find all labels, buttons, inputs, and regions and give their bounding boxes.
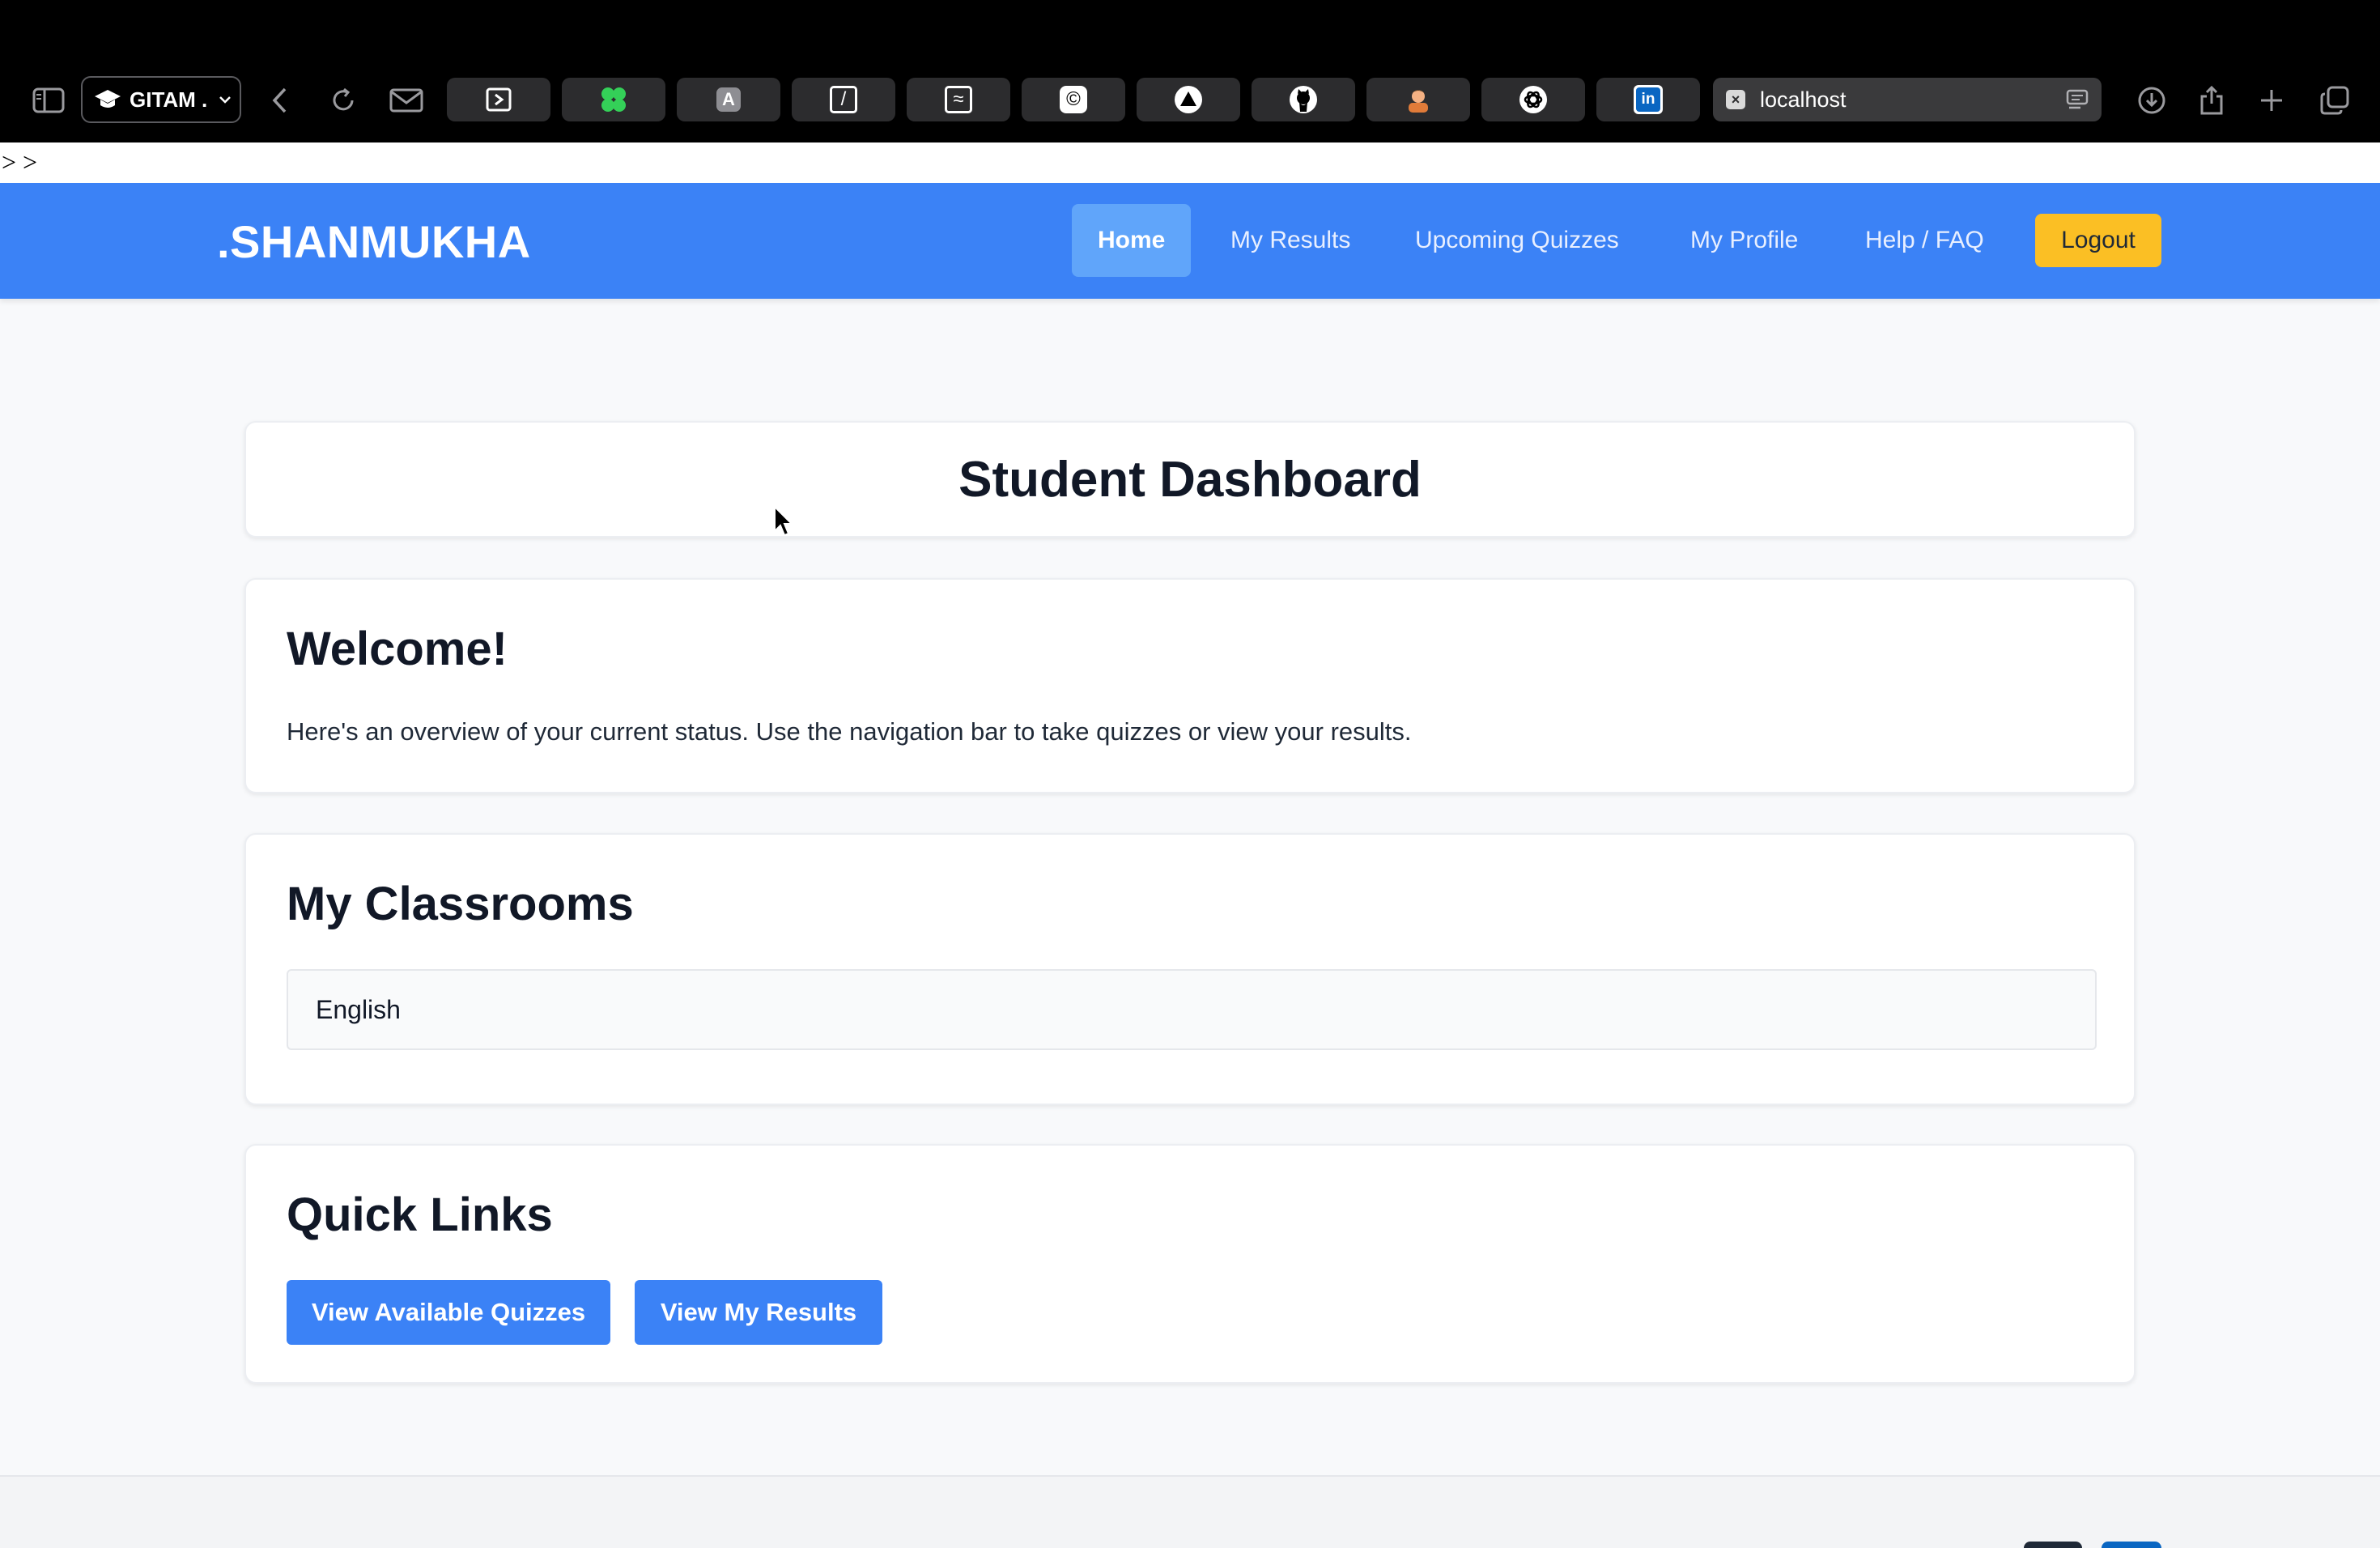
pinned-tab-a[interactable]: A <box>677 78 780 121</box>
quick-links-card: Quick Links View Available Quizzes View … <box>244 1144 2136 1384</box>
classrooms-card: My Classrooms English <box>244 833 2136 1105</box>
share-icon[interactable] <box>2191 79 2233 121</box>
letter-a-icon: A <box>716 87 741 112</box>
cursor-app-icon <box>486 87 512 112</box>
pinned-tab-wave[interactable]: ≈ <box>907 78 1010 121</box>
welcome-text: Here's an overview of your current statu… <box>287 717 1412 746</box>
tab-overview-icon[interactable] <box>2314 79 2356 121</box>
nav-upcoming-quizzes[interactable]: Upcoming Quizzes <box>1389 204 1645 277</box>
page-favicon-icon: × <box>1726 90 1745 109</box>
wave-icon: ≈ <box>945 86 972 113</box>
chevron-down-icon <box>219 96 232 104</box>
classrooms-heading: My Classrooms <box>287 878 634 930</box>
pinned-tab-copyright[interactable]: © <box>1022 78 1125 121</box>
pinned-tab-clover[interactable] <box>562 78 665 121</box>
welcome-heading: Welcome! <box>287 623 508 675</box>
mouse-cursor-icon <box>774 505 794 537</box>
classroom-item[interactable]: English <box>287 969 2097 1050</box>
slash-icon: / <box>830 86 857 113</box>
mail-icon[interactable] <box>385 79 427 121</box>
profile-switcher-button[interactable]: GITAM . <box>81 76 241 123</box>
reload-icon[interactable] <box>322 79 364 121</box>
graduation-cap-icon <box>95 90 121 108</box>
page-title: Student Dashboard <box>958 451 1422 508</box>
sidebar-toggle-icon[interactable] <box>28 79 70 121</box>
browser-toolbar: GITAM . A / ≈ © in × localhost <box>0 0 2380 142</box>
breadcrumb: > > <box>2 147 38 176</box>
clover-icon <box>601 87 626 112</box>
nav-home[interactable]: Home <box>1072 204 1192 277</box>
view-my-results-button[interactable]: View My Results <box>635 1280 882 1345</box>
pinned-tab-cursor[interactable] <box>447 78 550 121</box>
brand-logo[interactable]: .SHANMUKHA <box>217 215 531 268</box>
new-tab-icon[interactable] <box>2250 79 2293 121</box>
back-icon[interactable] <box>259 79 301 121</box>
view-available-quizzes-button[interactable]: View Available Quizzes <box>287 1280 610 1345</box>
breadcrumb-strip: > > <box>0 142 2380 183</box>
github-icon <box>1290 86 1317 113</box>
nav-my-profile[interactable]: My Profile <box>1664 204 1824 277</box>
reader-mode-icon[interactable] <box>2066 89 2089 110</box>
copyright-icon: © <box>1060 86 1087 113</box>
pinned-tab-github[interactable] <box>1252 78 1355 121</box>
address-text: localhost <box>1760 87 1847 112</box>
quick-links-heading: Quick Links <box>287 1189 553 1241</box>
welcome-card: Welcome! Here's an overview of your curr… <box>244 578 2136 793</box>
downloads-icon[interactable] <box>2131 79 2173 121</box>
address-bar[interactable]: × localhost <box>1713 78 2102 121</box>
triangle-icon <box>1175 86 1202 113</box>
avatar-icon <box>1409 90 1428 113</box>
site-navbar: .SHANMUKHA Home My Results Upcoming Quiz… <box>0 183 2380 299</box>
pinned-tab-triangle[interactable] <box>1137 78 1240 121</box>
openai-icon <box>1519 86 1547 113</box>
linkedin-icon: in <box>1634 85 1663 114</box>
page-title-card: Student Dashboard <box>244 421 2136 538</box>
profile-label: GITAM . <box>130 87 208 112</box>
pinned-tab-linkedin[interactable]: in <box>1596 78 1700 121</box>
pinned-tab-avatar[interactable] <box>1366 78 1470 121</box>
nav-help-faq[interactable]: Help / FAQ <box>1839 204 2010 277</box>
nav-my-results[interactable]: My Results <box>1205 204 1376 277</box>
pinned-tab-openai[interactable] <box>1481 78 1585 121</box>
github-footer-icon[interactable] <box>2024 1542 2082 1548</box>
linkedin-footer-icon[interactable] <box>2102 1542 2161 1548</box>
logout-button[interactable]: Logout <box>2035 214 2161 267</box>
pinned-tab-slash[interactable]: / <box>792 78 895 121</box>
site-footer <box>0 1475 2380 1548</box>
